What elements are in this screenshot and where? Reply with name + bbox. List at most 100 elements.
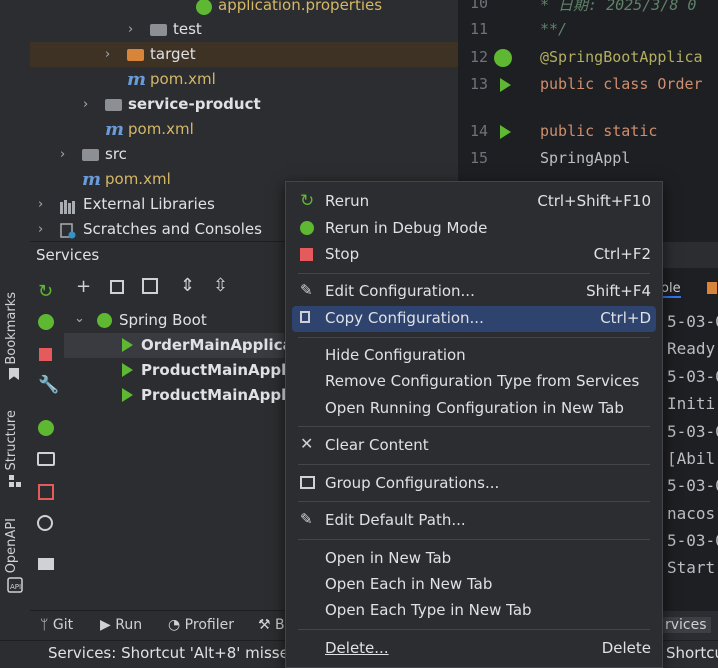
tree-row[interactable]: › test bbox=[30, 17, 458, 42]
stop-icon[interactable] bbox=[39, 348, 52, 361]
run-tool-button[interactable]: ▶ Run bbox=[100, 617, 142, 633]
maven-icon: m bbox=[127, 69, 147, 90]
collapse-all-icon[interactable]: ⇳ bbox=[213, 275, 228, 296]
camera-icon[interactable] bbox=[37, 452, 55, 466]
menu-item-shortcut: Ctrl+Shift+F10 bbox=[537, 192, 651, 210]
tree-row[interactable]: › src bbox=[30, 142, 458, 167]
chevron-right-icon[interactable]: › bbox=[38, 217, 43, 242]
stop-icon bbox=[300, 248, 313, 261]
folder-icon bbox=[127, 49, 144, 61]
menu-item-label: Rerun in Debug Mode bbox=[325, 219, 488, 237]
status-message: Services: Shortcut 'Alt+8' missed bbox=[48, 644, 299, 662]
group-by-icon[interactable] bbox=[110, 280, 124, 294]
menu-item-clear-content[interactable]: ✕ Clear Content bbox=[292, 433, 656, 459]
services-toolbar: + ⇕ ⇳ bbox=[64, 268, 284, 308]
code-line: public static bbox=[540, 122, 658, 140]
openapi-tab[interactable]: OpenAPI bbox=[4, 518, 19, 573]
attach-debugger-icon[interactable] bbox=[38, 420, 54, 436]
menu-item-copy-configuration[interactable]: Copy Configuration... Ctrl+D bbox=[292, 306, 656, 332]
tree-row[interactable]: › service-product bbox=[30, 92, 458, 117]
menu-item-open-in-new-tab[interactable]: Open in New Tab bbox=[292, 546, 656, 572]
menu-item-edit-default-path[interactable]: ✎ Edit Default Path... bbox=[292, 508, 656, 534]
services-tool-button[interactable]: rvices bbox=[661, 617, 711, 633]
services-root-row[interactable]: ⌄ Spring Boot bbox=[64, 308, 284, 333]
tree-item-label: application.properties bbox=[218, 0, 383, 14]
chevron-right-icon[interactable]: › bbox=[83, 92, 88, 117]
tree-row[interactable]: m pom.xml bbox=[30, 67, 458, 92]
expand-all-icon[interactable]: ⇕ bbox=[180, 275, 195, 296]
debug-icon[interactable] bbox=[38, 314, 54, 330]
running-icon bbox=[122, 388, 133, 402]
menu-separator bbox=[298, 426, 650, 427]
menu-item-open-each-in-new-tab[interactable]: Open Each in New Tab bbox=[292, 572, 656, 598]
menu-item-label: Remove Configuration Type from Services bbox=[325, 372, 640, 390]
menu-item-open-running-config[interactable]: Open Running Configuration in New Tab bbox=[292, 396, 656, 422]
build-label: B bbox=[275, 617, 285, 633]
menu-item-remove-configuration-type[interactable]: Remove Configuration Type from Services bbox=[292, 369, 656, 395]
tree-item-label: test bbox=[173, 20, 202, 38]
services-tree: ⌄ Spring Boot OrderMainApplicat ProductM… bbox=[64, 308, 300, 610]
service-row[interactable]: ProductMainApplic bbox=[64, 383, 300, 408]
group-icon bbox=[300, 476, 315, 489]
run-label: Run bbox=[115, 617, 143, 633]
filter-icon[interactable] bbox=[142, 278, 158, 294]
rerun-icon[interactable]: ↻ bbox=[38, 281, 53, 302]
service-label: ProductMainApplic bbox=[141, 386, 301, 404]
tree-row[interactable]: m pom.xml bbox=[30, 117, 458, 142]
menu-item-edit-configuration[interactable]: ✎ Edit Configuration... Shift+F4 bbox=[292, 279, 656, 305]
menu-item-hide-configuration[interactable]: Hide Configuration bbox=[292, 343, 656, 369]
chevron-right-icon[interactable]: › bbox=[105, 42, 110, 67]
service-label: ProductMainApplic bbox=[141, 361, 301, 379]
run-gutter-icon[interactable] bbox=[500, 125, 511, 139]
console-line: Initi bbox=[667, 394, 716, 413]
service-row[interactable]: OrderMainApplicat bbox=[64, 333, 300, 358]
menu-item-rerun[interactable]: ↻ Rerun Ctrl+Shift+F10 bbox=[292, 189, 656, 215]
run-gutter-icon[interactable] bbox=[500, 78, 511, 92]
menu-item-delete[interactable]: Delete... Delete bbox=[292, 636, 656, 662]
tree-row[interactable]: › target bbox=[30, 42, 458, 67]
spring-bean-gutter-icon[interactable] bbox=[494, 49, 512, 67]
console-line: 5-03-0 bbox=[667, 476, 718, 495]
module-folder-icon bbox=[105, 99, 122, 111]
console-tab[interactable]: ole bbox=[661, 281, 681, 298]
tree-item-label: pom.xml bbox=[128, 120, 194, 138]
tree-item-label: Scratches and Consoles bbox=[83, 220, 262, 238]
left-tool-stripe: Bookmarks Structure OpenAPI API bbox=[0, 0, 31, 640]
line-number: 15 bbox=[469, 149, 488, 167]
build-tool-button[interactable]: ⚒ B bbox=[258, 617, 285, 633]
git-branch-icon: ᛘ bbox=[40, 617, 53, 633]
menu-item-open-each-type-in-new-tab[interactable]: Open Each Type in New Tab bbox=[292, 598, 656, 624]
wrench-icon[interactable]: 🔧 bbox=[38, 375, 59, 395]
structure-tab[interactable]: Structure bbox=[4, 410, 19, 470]
chevron-right-icon[interactable]: › bbox=[38, 192, 43, 217]
tree-row[interactable]: application.properties bbox=[30, 0, 458, 18]
api-icon: API bbox=[7, 577, 23, 593]
chevron-right-icon[interactable]: › bbox=[128, 17, 133, 42]
layout-icon[interactable] bbox=[38, 558, 54, 570]
git-tool-button[interactable]: ᛘ Git bbox=[40, 617, 73, 633]
code-line: SpringAppl bbox=[540, 149, 631, 167]
menu-separator bbox=[298, 629, 650, 630]
service-label: OrderMainApplicat bbox=[141, 336, 300, 354]
menu-item-label: Edit Configuration... bbox=[325, 282, 475, 300]
console-output[interactable]: ole 5-03-0 Ready 5-03-0 Initi 5-03-0 [Ab… bbox=[661, 268, 718, 610]
menu-item-rerun-debug[interactable]: Rerun in Debug Mode bbox=[292, 216, 656, 242]
bookmarks-tab[interactable]: Bookmarks bbox=[4, 292, 19, 365]
service-row[interactable]: ProductMainApplic bbox=[64, 358, 300, 383]
spring-boot-icon bbox=[97, 313, 112, 328]
menu-separator bbox=[298, 273, 650, 274]
login-icon[interactable] bbox=[38, 484, 54, 500]
running-icon bbox=[122, 338, 133, 352]
add-icon[interactable]: + bbox=[76, 276, 91, 297]
menu-item-group-configurations[interactable]: Group Configurations... bbox=[292, 471, 656, 497]
menu-item-stop[interactable]: Stop Ctrl+F2 bbox=[292, 242, 656, 268]
running-icon bbox=[122, 363, 133, 377]
profiler-tool-button[interactable]: ◔ Profiler bbox=[168, 617, 234, 633]
line-number: 12 bbox=[469, 48, 488, 66]
folder-icon bbox=[150, 24, 167, 36]
menu-item-shortcut: Ctrl+F2 bbox=[593, 245, 651, 263]
chevron-right-icon[interactable]: › bbox=[60, 142, 65, 167]
inspect-icon[interactable] bbox=[37, 515, 53, 531]
chevron-down-icon[interactable]: ⌄ bbox=[74, 306, 85, 331]
tree-item-label: pom.xml bbox=[150, 70, 216, 88]
